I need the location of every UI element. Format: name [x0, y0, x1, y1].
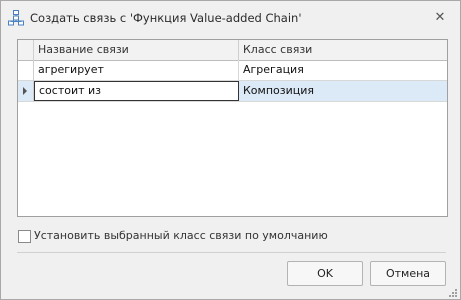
column-header-class[interactable]: Класс связи [239, 40, 447, 60]
cell-relation-class[interactable]: Композиция [239, 81, 447, 101]
ok-button[interactable]: OK [287, 261, 363, 286]
divider [17, 252, 446, 253]
header-indicator-cell [18, 40, 34, 60]
cell-relation-name-editing[interactable]: состоит из [34, 81, 239, 101]
dialog-window: Создать связь с 'Функция Value-added Cha… [0, 0, 461, 300]
current-row-arrow-icon [23, 87, 27, 95]
diagram-link-icon [8, 10, 24, 26]
row-indicator[interactable] [18, 60, 34, 81]
cell-relation-class[interactable]: Агрегация [239, 60, 447, 80]
column-header-name[interactable]: Название связи [34, 40, 239, 60]
default-class-checkbox[interactable] [18, 230, 31, 243]
title-bar[interactable]: Создать связь с 'Функция Value-added Cha… [1, 1, 460, 34]
relations-grid[interactable]: Название связи Класс связи агрегирует Аг… [17, 39, 448, 217]
cell-relation-name[interactable]: агрегирует [34, 60, 239, 80]
row-indicator[interactable] [18, 81, 34, 102]
close-icon[interactable]: ✕ [431, 9, 449, 27]
window-title: Создать связь с 'Функция Value-added Cha… [30, 11, 302, 25]
default-class-label[interactable]: Установить выбранный класс связи по умол… [34, 229, 328, 242]
grid-header: Название связи Класс связи [18, 40, 447, 61]
table-row-selected[interactable]: состоит из Композиция [18, 81, 447, 102]
table-row[interactable]: агрегирует Агрегация [18, 60, 447, 81]
resize-grip-icon[interactable] [447, 287, 457, 297]
cancel-button[interactable]: Отмена [370, 261, 446, 286]
